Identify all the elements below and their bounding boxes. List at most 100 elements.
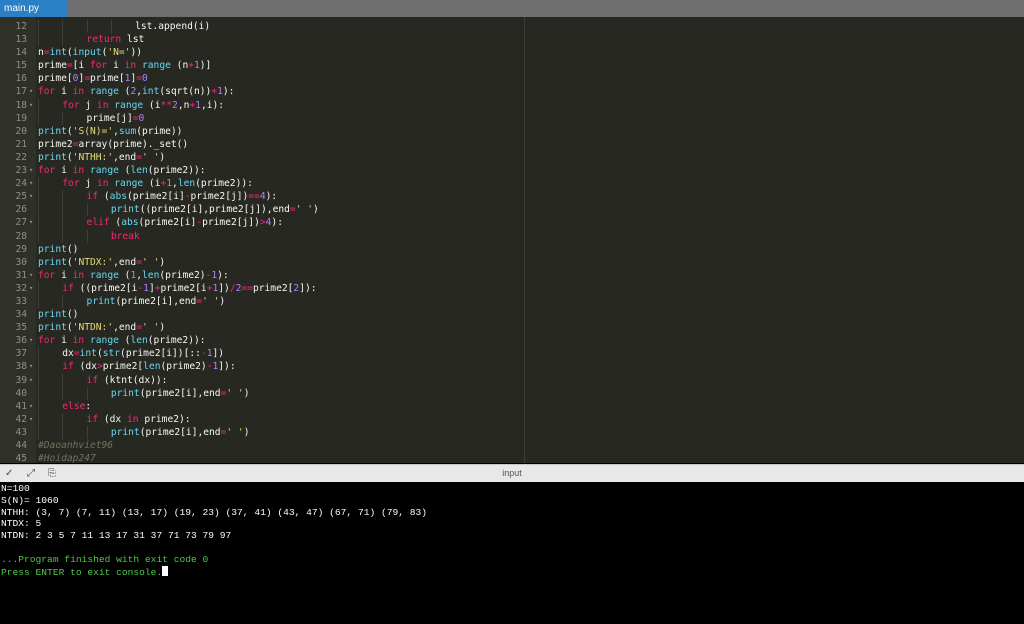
line-number: 21: [15, 138, 27, 150]
indent-guide: [62, 20, 64, 34]
indent-guide: [38, 373, 39, 387]
code-line[interactable]: 40 print(prime2[i],end=' '): [0, 386, 1024, 400]
indent-guide: [86, 229, 88, 243]
code-line[interactable]: 27 ▾ elif (abs(prime2[i]-prime2[j])>4):: [0, 216, 1024, 230]
fold-arrow-icon[interactable]: ▾: [29, 334, 33, 347]
line-number: 35: [15, 322, 27, 334]
code-text: #Hoidap247: [38, 453, 96, 463]
code-line[interactable]: 12 lst.append(i): [0, 20, 1024, 34]
fold-arrow-icon[interactable]: ▾: [29, 85, 33, 98]
code-line[interactable]: 30 print('NTDX:',end=' '): [0, 256, 1024, 269]
code-line[interactable]: 16 prime[0]=prime[1]=0: [0, 72, 1024, 85]
tab-main-py[interactable]: main.py: [0, 0, 68, 17]
code-text: print('NTDN:',end=' '): [38, 322, 166, 334]
code-line[interactable]: 28 break: [0, 229, 1024, 243]
code-line[interactable]: 18 ▾ for j in range (i**2,n+1,i):: [0, 98, 1024, 112]
line-number: 25: [15, 191, 27, 203]
code-line[interactable]: 34 print(): [0, 308, 1024, 321]
fold-arrow-icon[interactable]: ▾: [29, 413, 33, 426]
code-text: lst.append(i): [135, 21, 211, 32]
console-line: NTDX: 5: [1, 518, 42, 530]
indent-guide: [62, 33, 64, 47]
code-line[interactable]: 25 ▾ if (abs(prime2[i]-prime2[j])==4):: [0, 190, 1024, 204]
code-line[interactable]: 15 prime=[i for i in range (n+1)]: [0, 59, 1024, 72]
line-number: 37: [15, 348, 27, 360]
code-line[interactable]: 44 #Daoanhviet96: [0, 439, 1024, 452]
line-number: 28: [15, 230, 27, 242]
indent-guide: [38, 281, 39, 295]
fold-arrow-icon[interactable]: ▾: [29, 400, 33, 413]
line-number: 36: [15, 335, 27, 347]
indent-guide: [86, 20, 88, 34]
indent-guide: [62, 203, 64, 217]
fold-arrow-icon[interactable]: ▾: [29, 269, 33, 282]
fold-arrow-icon[interactable]: ▾: [29, 177, 33, 190]
code-text: return lst: [86, 34, 145, 46]
code-line[interactable]: 22 print('NTHH:',end=' '): [0, 151, 1024, 164]
indent-guide: [86, 386, 88, 400]
code-text: print(prime2[i],end=' '): [110, 426, 250, 438]
line-number: 38: [15, 361, 27, 373]
code-line[interactable]: 31 ▾ for i in range (1,len(prime2)-1):: [0, 269, 1024, 282]
code-line[interactable]: 29 print(): [0, 243, 1024, 256]
code-line[interactable]: 41 ▾ else:: [0, 399, 1024, 413]
code-line[interactable]: 32 ▾ if ((prime2[i-1]+prime2[i+1])/2==prim…: [0, 281, 1024, 295]
fold-arrow-icon[interactable]: ▾: [29, 190, 33, 203]
code-line[interactable]: 45 #Hoidap247: [0, 452, 1024, 463]
indent-guide: [86, 203, 88, 217]
code-text: for j in range (i+1,len(prime2)):: [62, 178, 253, 190]
code-line[interactable]: 35 print('NTDN:',end=' '): [0, 321, 1024, 334]
indent-guide: [38, 399, 39, 413]
console-output[interactable]: N=100 S(N)= 1060 NTHH: (3, 7) (7, 11) (13,…: [0, 483, 1024, 624]
line-number: 34: [15, 309, 27, 321]
code-text: print(prime2[i],end=' '): [110, 387, 250, 399]
code-line[interactable]: 37 dx=int(str(prime2[i])[::-1]): [0, 347, 1024, 361]
code-line[interactable]: 42 ▾ if (dx in prime2):: [0, 412, 1024, 426]
line-number: 17: [15, 86, 27, 98]
indent-guide: [38, 294, 39, 309]
code-text: if (dx in prime2):: [86, 413, 191, 425]
code-text: for i in range (len(prime2)):: [38, 335, 206, 347]
console-line: ...Program finished with exit code 0: [1, 553, 209, 565]
line-number: 13: [15, 34, 27, 46]
code-text: prime[j]=0: [86, 112, 145, 124]
line-number: 12: [15, 21, 27, 32]
indent-guide: [38, 360, 39, 374]
line-number: 20: [15, 125, 27, 137]
code-line[interactable]: 39 ▾ if (ktnt(dx)):: [0, 373, 1024, 387]
console-cursor: [162, 565, 169, 576]
code-line[interactable]: 13 return lst: [0, 33, 1024, 47]
code-line[interactable]: 14 n=int(input('N=')): [0, 46, 1024, 59]
code-line[interactable]: 23 ▾ for i in range (len(prime2)):: [0, 164, 1024, 177]
code-line[interactable]: 38 ▾ if (dx>prime2[len(prime2)-1]):: [0, 360, 1024, 374]
code-editor[interactable]: 12 lst.append(i) 13 return lst 14 n=int(input…: [0, 17, 1024, 463]
fold-arrow-icon[interactable]: ▾: [29, 360, 33, 373]
code-text: #Daoanhviet96: [38, 440, 114, 451]
code-text: if (abs(prime2[i]-prime2[j])==4):: [86, 191, 278, 203]
console-line: Press ENTER to exit console.: [0, 565, 1024, 578]
code-line[interactable]: 24 ▾ for j in range (i+1,len(prime2)):: [0, 177, 1024, 191]
fold-arrow-icon[interactable]: ▾: [29, 99, 33, 112]
line-number: 40: [15, 387, 27, 399]
fold-arrow-icon[interactable]: ▾: [29, 216, 33, 229]
code-text: dx=int(str(prime2[i])[::-1]): [62, 348, 225, 360]
fold-arrow-icon[interactable]: ▾: [29, 374, 33, 387]
code-line[interactable]: 17 ▾ for i in range (2,int(sqrt(n))+1):: [0, 85, 1024, 98]
code-line[interactable]: 26 print((prime2[i],prime2[j]),end=' '): [0, 203, 1024, 217]
code-line[interactable]: 36 ▾ for i in range (len(prime2)):: [0, 334, 1024, 347]
fold-arrow-icon[interactable]: ▾: [29, 164, 33, 177]
line-number: 22: [15, 151, 27, 163]
code-line[interactable]: 20 print('S(N)=',sum(prime)): [0, 125, 1024, 138]
console-line: NTHH: (3, 7) (7, 11) (13, 17) (19, 23) (…: [1, 506, 428, 518]
code-line[interactable]: 43 print(prime2[i],end=' '): [0, 425, 1024, 439]
code-text: break: [110, 230, 140, 242]
code-line[interactable]: 21 prime2=array(prime)._set(): [0, 138, 1024, 151]
code-line[interactable]: 33 print(prime2[i],end=' '): [0, 294, 1024, 309]
indent-guide: [62, 294, 64, 309]
code-text: print((prime2[i],prime2[j]),end=' '): [110, 204, 319, 216]
code-line[interactable]: 19 prime[j]=0: [0, 111, 1024, 125]
line-number: 27: [15, 217, 27, 229]
code-text: print('NTHH:',end=' '): [38, 151, 166, 163]
fold-arrow-icon[interactable]: ▾: [29, 282, 33, 295]
